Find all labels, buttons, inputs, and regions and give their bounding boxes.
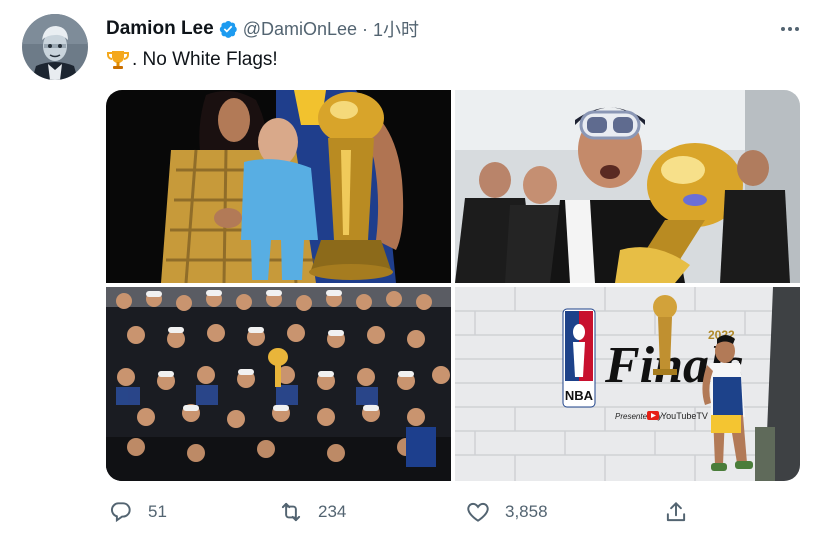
photo-family-trophy[interactable] <box>106 90 451 283</box>
separator-dot: · <box>362 18 369 39</box>
retweet-button[interactable]: 234 <box>278 497 346 527</box>
media-grid: NBA Finals 2022 Presented by YouTubeTV <box>106 90 800 481</box>
tweet-text-content: . No White Flags! <box>132 49 278 70</box>
reply-button[interactable]: 51 <box>108 497 167 527</box>
photo-finals-wall[interactable]: NBA Finals 2022 Presented by YouTubeTV <box>455 287 800 481</box>
share-icon <box>666 502 686 522</box>
handle[interactable]: @DamiOnLee <box>243 19 357 40</box>
photo-goggles-trophy[interactable] <box>455 90 800 283</box>
avatar[interactable] <box>22 14 88 80</box>
wall-sponsor-text: YouTubeTV <box>661 411 708 421</box>
reply-count: 51 <box>148 502 167 521</box>
heart-icon <box>467 502 489 522</box>
share-button[interactable] <box>663 497 689 527</box>
tweet: Damion Lee @DamiOnLee · 1小时 . No White F… <box>0 0 824 539</box>
tweet-header: Damion Lee @DamiOnLee · 1小时 <box>106 17 419 41</box>
wall-nba-text: NBA <box>565 388 594 403</box>
retweet-icon <box>281 502 301 522</box>
more-options-button[interactable] <box>776 18 804 40</box>
tweet-text: . No White Flags! <box>106 48 278 72</box>
photo-team-celebration[interactable] <box>106 287 451 481</box>
display-name[interactable]: Damion Lee <box>106 18 214 40</box>
retweet-count: 234 <box>318 502 347 521</box>
tweet-actions: 51 234 3,858 <box>106 497 800 527</box>
more-icon-dot <box>795 27 799 31</box>
like-button[interactable]: 3,858 <box>465 497 548 527</box>
verified-badge-icon <box>218 19 238 39</box>
more-icon-dot <box>781 27 785 31</box>
like-count: 3,858 <box>505 502 548 521</box>
more-icon-dot <box>788 27 792 31</box>
timestamp[interactable]: 1小时 <box>373 16 419 42</box>
reply-icon <box>110 502 131 523</box>
trophy-icon <box>106 49 130 71</box>
